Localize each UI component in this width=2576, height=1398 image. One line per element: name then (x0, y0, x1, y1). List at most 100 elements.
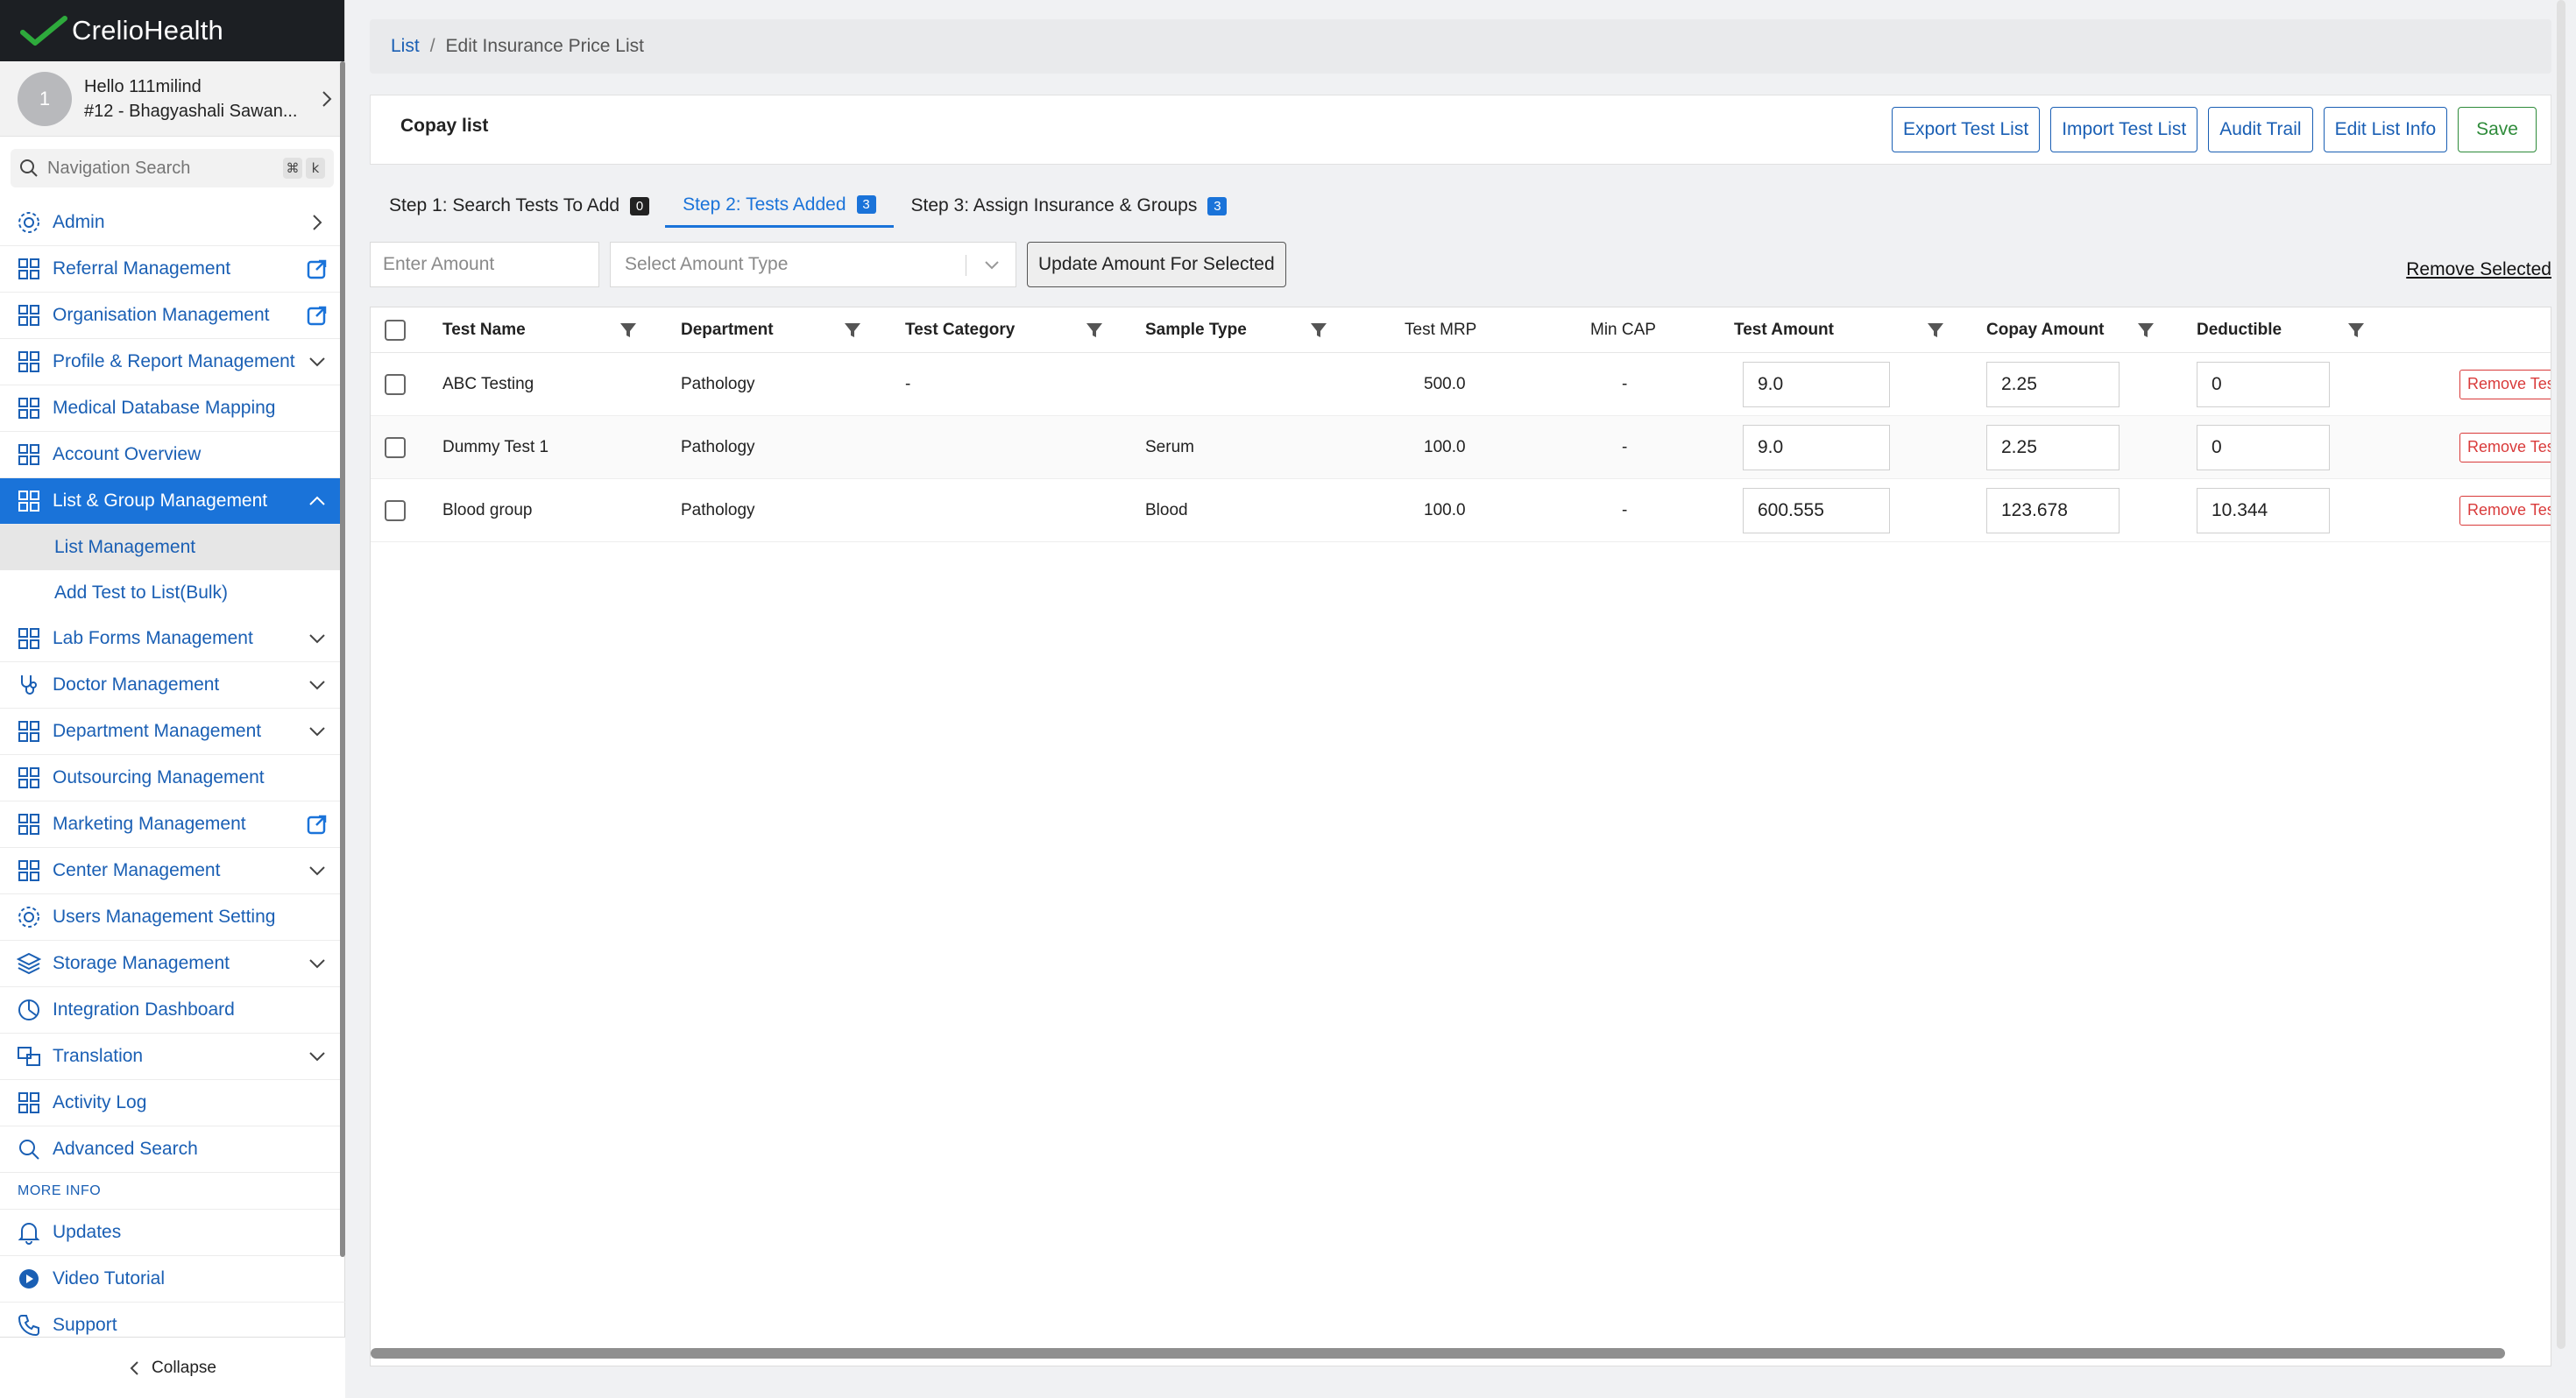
sidebar-item-doctor-management[interactable]: Doctor Management (0, 662, 345, 709)
grid-icon (16, 441, 42, 468)
external-link-icon[interactable] (305, 812, 329, 837)
save-button[interactable]: Save (2458, 107, 2537, 152)
audit-trail-button[interactable]: Audit Trail (2208, 107, 2313, 152)
enter-amount-input[interactable] (370, 242, 599, 287)
page-vertical-scrollbar[interactable] (2557, 0, 2565, 1349)
sidebar-subitem-add-test-to-list-bulk[interactable]: Add Test to List(Bulk) (0, 570, 345, 616)
filter-icon[interactable] (1086, 321, 1103, 339)
tab-step-1[interactable]: Step 1: Search Tests To Add 0 (389, 184, 650, 228)
filter-icon[interactable] (1310, 321, 1327, 339)
sidebar-item-translation[interactable]: Translation (0, 1034, 345, 1080)
sidebar-item-referral-management[interactable]: Referral Management (0, 246, 345, 293)
chevron-down-icon[interactable] (305, 1044, 329, 1069)
import-test-list-button[interactable]: Import Test List (2050, 107, 2198, 152)
navigation-search-input[interactable] (47, 158, 280, 179)
chevron-down-icon[interactable] (305, 951, 329, 976)
chevron-right-icon[interactable] (309, 89, 344, 109)
row-checkbox[interactable] (385, 436, 406, 458)
sidebar-item-label: Center Management (53, 860, 221, 880)
external-link-icon[interactable] (305, 303, 329, 328)
shortcut-key-k: k (306, 158, 325, 179)
step-tabs: Step 1: Search Tests To Add 0 Step 2: Te… (370, 184, 2551, 228)
sidebar-item-department-management[interactable]: Department Management (0, 709, 345, 755)
sidebar-item-profile-and-report-management[interactable]: Profile & Report Management (0, 339, 345, 385)
table-horizontal-scrollbar[interactable] (371, 1348, 2505, 1359)
sidebar-item-label: Video Tutorial (53, 1268, 166, 1289)
sidebar-item-admin[interactable]: Admin (0, 200, 345, 246)
sidebar-item-medical-database-mapping[interactable]: Medical Database Mapping (0, 385, 345, 432)
filter-icon[interactable] (844, 321, 861, 339)
test-amount-input[interactable] (1743, 487, 1890, 533)
amount-type-select[interactable]: Select Amount Type (610, 242, 1016, 287)
select-all-checkbox[interactable] (385, 319, 406, 341)
sidebar-item-updates[interactable]: Updates (0, 1210, 345, 1256)
collapse-button[interactable]: Collapse (0, 1337, 345, 1398)
sidebar-item-center-management[interactable]: Center Management (0, 848, 345, 894)
sidebar-item-activity-log[interactable]: Activity Log (0, 1080, 345, 1126)
main-content: List / Edit Insurance Price List Copay l… (370, 19, 2551, 1366)
update-amount-button[interactable]: Update Amount For Selected (1027, 242, 1286, 287)
sidebar-item-lab-forms-management[interactable]: Lab Forms Management (0, 616, 345, 662)
remove-test-button[interactable]: Remove Test (2459, 495, 2551, 526)
deductible-input[interactable] (2197, 487, 2330, 533)
sidebar-item-support[interactable]: Support (0, 1303, 345, 1336)
sidebar-item-label: Referral Management (53, 258, 231, 279)
row-checkbox[interactable] (385, 499, 406, 521)
remove-selected-link[interactable]: Remove Selected (2406, 259, 2551, 280)
play-icon (16, 1266, 42, 1292)
user-center: #12 - Bhagyashali Sawan... (84, 101, 298, 121)
sidebar-subitem-list-management[interactable]: List Management (0, 525, 345, 570)
cell-min-cap: - (1622, 500, 1628, 519)
copay-amount-input[interactable] (1986, 424, 2120, 470)
row-checkbox[interactable] (385, 373, 406, 395)
chevron-up-icon[interactable] (305, 489, 329, 513)
remove-test-button[interactable]: Remove Test (2459, 432, 2551, 462)
header-test-mrp: Test MRP (1405, 320, 1477, 339)
sidebar-item-list-and-group-management[interactable]: List & Group Management (0, 478, 345, 525)
sidebar-item-storage-management[interactable]: Storage Management (0, 941, 345, 987)
remove-test-button[interactable]: Remove Test (2459, 369, 2551, 399)
export-test-list-button[interactable]: Export Test List (1892, 107, 2041, 152)
deductible-input[interactable] (2197, 361, 2330, 407)
sidebar-scrollbar[interactable] (340, 61, 345, 1257)
tab-label: Step 3: Assign Insurance & Groups (910, 195, 1198, 215)
copay-amount-input[interactable] (1986, 361, 2120, 407)
cell-test-name: Dummy Test 1 (442, 437, 549, 456)
test-amount-input[interactable] (1743, 424, 1890, 470)
sidebar-item-organisation-management[interactable]: Organisation Management (0, 293, 345, 339)
copay-amount-input[interactable] (1986, 487, 2120, 533)
tab-step-3[interactable]: Step 3: Assign Insurance & Groups 3 (911, 184, 1228, 228)
sidebar-item-integration-dashboard[interactable]: Integration Dashboard (0, 987, 345, 1034)
filter-icon[interactable] (1927, 321, 1944, 339)
sidebar-item-users-management-setting[interactable]: Users Management Setting (0, 894, 345, 941)
filter-icon[interactable] (2347, 321, 2365, 339)
chevron-down-icon[interactable] (305, 673, 329, 697)
navigation-search[interactable]: ⌘ k (11, 149, 334, 187)
user-profile[interactable]: 1 Hello 111milind #12 - Bhagyashali Sawa… (0, 61, 344, 137)
deductible-input[interactable] (2197, 424, 2330, 470)
filter-icon[interactable] (2137, 321, 2155, 339)
breadcrumb: List / Edit Insurance Price List (370, 19, 2551, 74)
chevron-down-icon[interactable] (305, 626, 329, 651)
external-link-icon[interactable] (305, 257, 329, 281)
sidebar-item-label: Admin (53, 212, 105, 232)
tab-step-2[interactable]: Step 2: Tests Added 3 (665, 184, 894, 228)
edit-list-info-button[interactable]: Edit List Info (2323, 107, 2448, 152)
sidebar-item-marketing-management[interactable]: Marketing Management (0, 801, 345, 848)
sidebar-item-outsourcing-management[interactable]: Outsourcing Management (0, 755, 345, 801)
sidebar-item-label: Storage Management (53, 953, 230, 973)
chevron-down-icon[interactable] (305, 719, 329, 744)
brand-bar[interactable]: CrelioHealth (0, 0, 344, 61)
sidebar-item-account-overview[interactable]: Account Overview (0, 432, 345, 478)
chevron-right-icon[interactable] (305, 210, 329, 235)
test-amount-input[interactable] (1743, 361, 1890, 407)
chevron-down-icon[interactable] (305, 858, 329, 883)
table-body: ABC TestingPathology-500.0-Remove TestDu… (371, 353, 2551, 542)
sidebar-item-video-tutorial[interactable]: Video Tutorial (0, 1256, 345, 1303)
breadcrumb-link-list[interactable]: List (391, 36, 420, 57)
grid-icon (16, 349, 42, 375)
chevron-down-icon[interactable] (305, 350, 329, 374)
filter-icon[interactable] (619, 321, 637, 339)
sidebar-item-advanced-search[interactable]: Advanced Search (0, 1126, 345, 1173)
collapse-label: Collapse (152, 1358, 216, 1377)
